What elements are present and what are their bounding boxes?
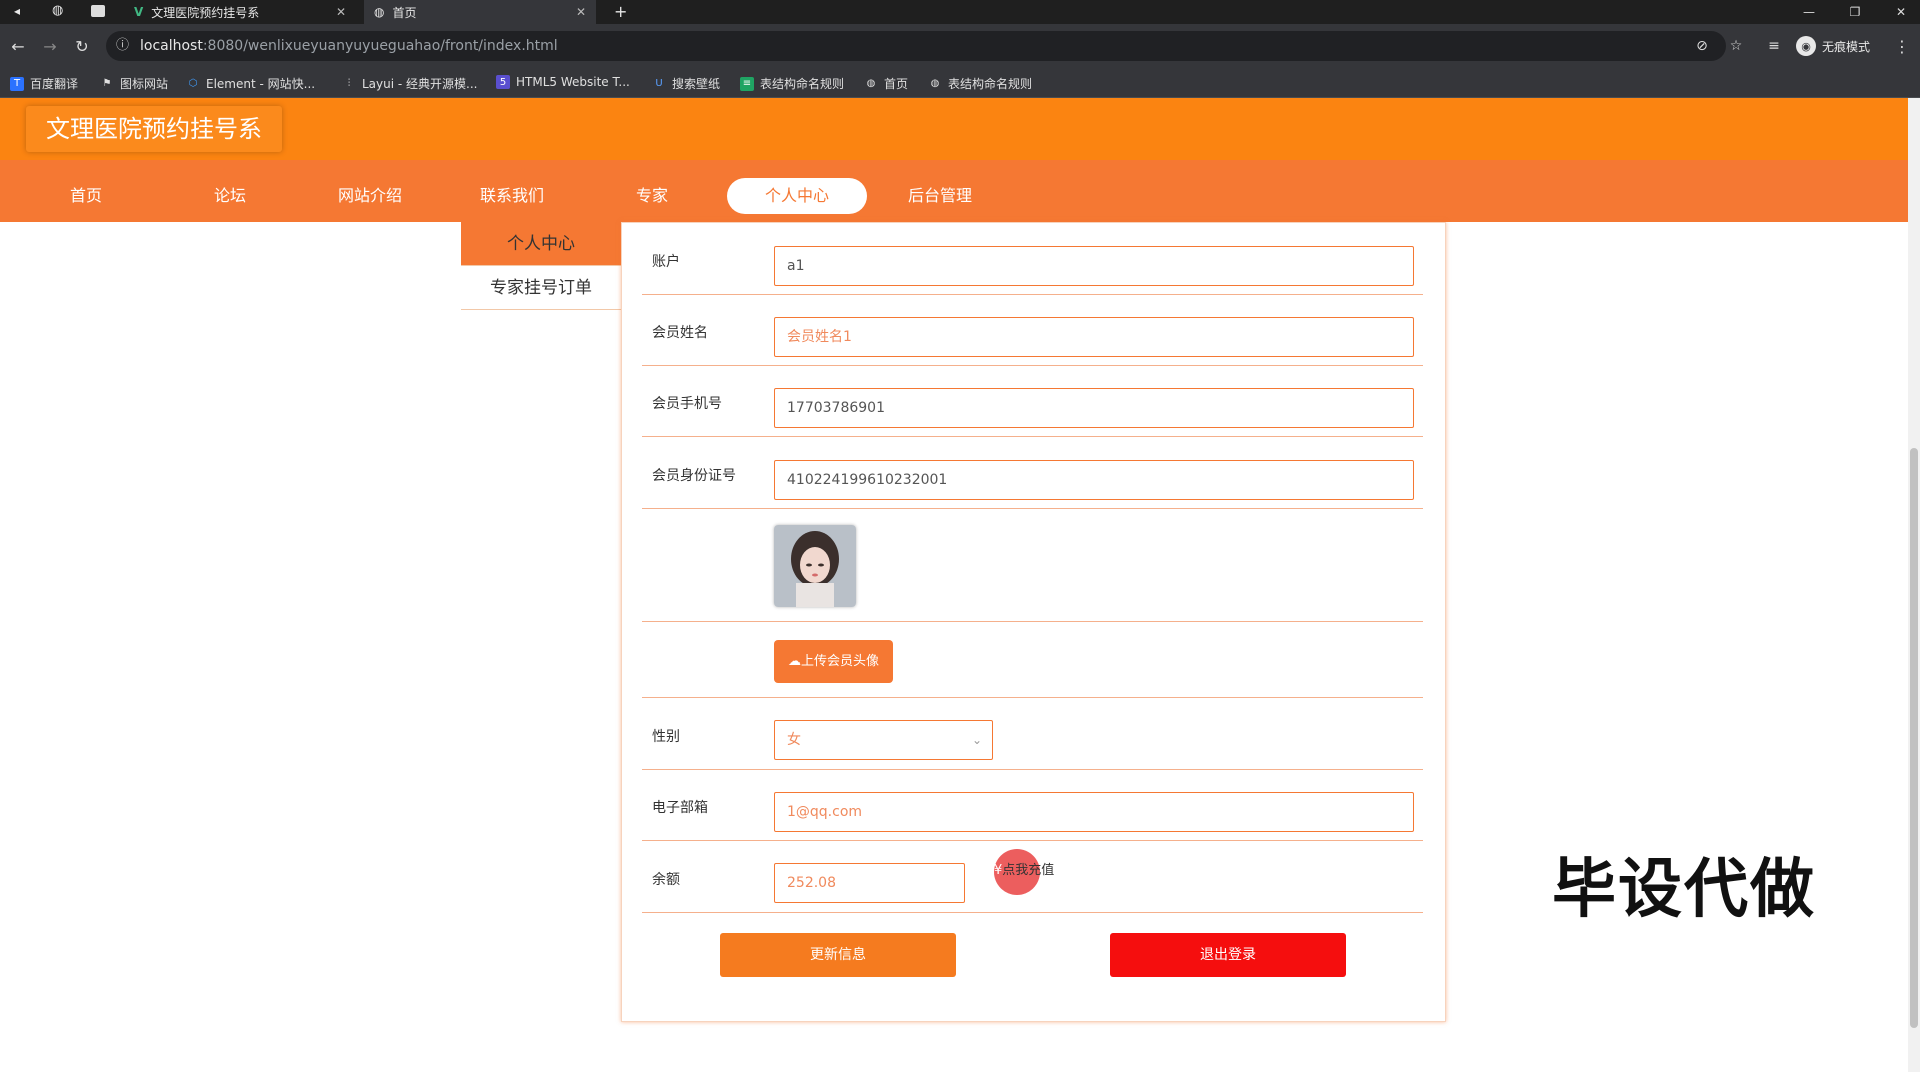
bookmark-item[interactable]: ◍ 首页	[864, 75, 908, 92]
globe-icon: ◍	[930, 78, 940, 89]
nav-home[interactable]: 首页	[56, 178, 116, 214]
window-close-icon[interactable]: ✕	[1878, 0, 1920, 24]
globe-icon[interactable]: ◍	[52, 3, 63, 18]
logout-button[interactable]: 退出登录	[1110, 933, 1346, 977]
update-info-button[interactable]: 更新信息	[720, 933, 956, 977]
email-label: 电子部箱	[652, 800, 708, 816]
cloud-upload-icon: ☁	[787, 654, 801, 669]
address-bar: ← → ↻ ⓘ localhost:8080/wenlixueyuanyuyue…	[0, 24, 1920, 68]
close-icon[interactable]: ✕	[336, 5, 346, 19]
upload-avatar-button[interactable]: ☁上传会员头像	[774, 640, 893, 683]
form-row-balance: 余额 252.08 ¥点我充值	[642, 841, 1423, 913]
back-icon[interactable]: ←	[6, 34, 30, 58]
bookmark-item[interactable]: ◍ 表结构命名规则	[928, 75, 1032, 92]
idcard-label: 会员身份证号	[652, 468, 736, 484]
nav-about[interactable]: 网站介绍	[330, 178, 410, 214]
bookmark-item[interactable]: ≡ 表结构命名规则	[740, 75, 844, 92]
layui-icon: ⫶	[347, 78, 351, 89]
bookmark-item[interactable]: ⬡ Element - 网站快...	[186, 75, 315, 92]
url-field[interactable]: ⓘ localhost:8080/wenlixueyuanyuyueguahao…	[106, 31, 1726, 61]
tab-title: 文理医院预约挂号系	[151, 5, 260, 20]
wallpaper-icon: U	[655, 78, 663, 89]
bookmark-item[interactable]: ⚑ 图标网站	[100, 75, 169, 92]
watermark-text: 毕设代做	[1552, 853, 1816, 927]
site-title: 文理医院预约挂号系	[26, 106, 282, 152]
element-icon: ⬡	[188, 78, 198, 89]
tab-home[interactable]: ◍ 首页 ✕	[364, 0, 596, 24]
globe-icon: ◍	[374, 5, 385, 19]
forward-icon[interactable]: →	[38, 34, 62, 58]
chevron-down-icon: ⌄	[971, 733, 982, 747]
nav-admin[interactable]: 后台管理	[900, 178, 980, 214]
translate-icon: T	[10, 76, 24, 91]
url-host: localhost	[140, 38, 203, 54]
bookmarks-bar: T 百度翻译 ⚑ 图标网站 ⬡ Element - 网站快... ⫶ Layui - 经…	[0, 68, 1920, 98]
incognito-icon: ◉	[1796, 36, 1816, 56]
tab-hospital[interactable]: V 文理医院预约挂号系 ✕	[124, 0, 356, 24]
main-nav: 首页 论坛 网站介绍 联系我们 专家 个人中心 后台管理	[0, 160, 1908, 222]
globe-icon: ◍	[866, 78, 876, 89]
bookmark-item[interactable]: T 百度翻译	[10, 75, 78, 92]
site-header: 文理医院预约挂号系	[0, 98, 1908, 160]
browser-tab-bar: ◂ ◍ V 文理医院预约挂号系 ✕ ◍ 首页 ✕ + — ❐ ✕	[0, 0, 1920, 24]
bookmark-item[interactable]: U 搜索壁纸	[652, 75, 720, 92]
reload-icon[interactable]: ↻	[70, 34, 94, 58]
url-path: :8080/wenlixueyuanyuyueguahao/front/inde…	[202, 38, 558, 54]
tab-title: 首页	[392, 5, 417, 20]
sidebar: 个人中心 专家挂号订单	[461, 222, 621, 310]
form-row-account: 账户 a1	[642, 223, 1423, 295]
new-tab-icon[interactable]: +	[614, 2, 627, 21]
form-row-email: 电子部箱 1@qq.com	[642, 770, 1423, 841]
tab-group-icon[interactable]	[91, 5, 105, 17]
form-row-upload: ☁上传会员头像	[642, 622, 1423, 698]
flag-icon: ⚑	[102, 78, 112, 89]
balance-input[interactable]: 252.08	[774, 863, 965, 903]
phone-input[interactable]: 17703786901	[774, 388, 1414, 428]
account-label: 账户	[652, 254, 680, 270]
reading-list-icon[interactable]: ≡	[1762, 34, 1786, 58]
idcard-input[interactable]: 410224199610232001	[774, 460, 1414, 500]
vue-icon: V	[134, 5, 144, 19]
sidebar-item-personal-center[interactable]: 个人中心	[461, 222, 621, 266]
form-row-phone: 会员手机号 17703786901	[642, 366, 1423, 437]
nav-forum[interactable]: 论坛	[200, 178, 260, 214]
close-icon[interactable]: ✕	[576, 5, 586, 19]
scrollbar-thumb[interactable]	[1910, 448, 1918, 1028]
info-icon: ⓘ	[116, 38, 130, 53]
nav-contact[interactable]: 联系我们	[472, 178, 552, 214]
bookmark-item[interactable]: 5 HTML5 Website T...	[496, 75, 630, 89]
phone-label: 会员手机号	[652, 396, 722, 412]
bookmark-item[interactable]: ⫶ Layui - 经典开源模...	[342, 75, 478, 92]
sheet-icon: ≡	[740, 76, 754, 91]
gender-value: 女	[787, 732, 801, 748]
nav-personal-center[interactable]: 个人中心	[727, 178, 867, 214]
form-row-idcard: 会员身份证号 410224199610232001	[642, 437, 1423, 509]
restore-icon[interactable]: ❐	[1832, 0, 1878, 24]
star-icon[interactable]: ☆	[1724, 34, 1748, 58]
menu-icon[interactable]: ⋮	[1890, 34, 1914, 58]
gender-label: 性别	[652, 729, 680, 745]
minimize-icon[interactable]: —	[1786, 0, 1832, 24]
recharge-link[interactable]: ¥点我充值	[994, 859, 1054, 878]
avatar	[774, 525, 856, 607]
profile-form: 账户 a1 会员姓名 会员姓名1 会员手机号 17703786901 会员身份证…	[621, 222, 1446, 1022]
incognito-profile[interactable]: ◉ 无痕模式	[1796, 36, 1870, 56]
form-row-avatar	[642, 509, 1423, 622]
email-input[interactable]: 1@qq.com	[774, 792, 1414, 832]
nav-experts[interactable]: 专家	[622, 178, 682, 214]
name-input[interactable]: 会员姓名1	[774, 317, 1414, 357]
sidebar-item-orders[interactable]: 专家挂号订单	[461, 266, 621, 310]
balance-label: 余额	[652, 872, 680, 888]
speaker-icon[interactable]: ◂	[14, 4, 20, 18]
gender-select[interactable]: 女 ⌄	[774, 720, 993, 760]
account-input[interactable]: a1	[774, 246, 1414, 286]
form-row-gender: 性别 女 ⌄	[642, 698, 1423, 770]
form-row-name: 会员姓名 会员姓名1	[642, 295, 1423, 366]
name-label: 会员姓名	[652, 325, 708, 341]
html5-icon: 5	[496, 75, 510, 89]
eye-off-icon[interactable]: ⊘	[1690, 34, 1714, 58]
profile-label: 无痕模式	[1822, 39, 1871, 54]
